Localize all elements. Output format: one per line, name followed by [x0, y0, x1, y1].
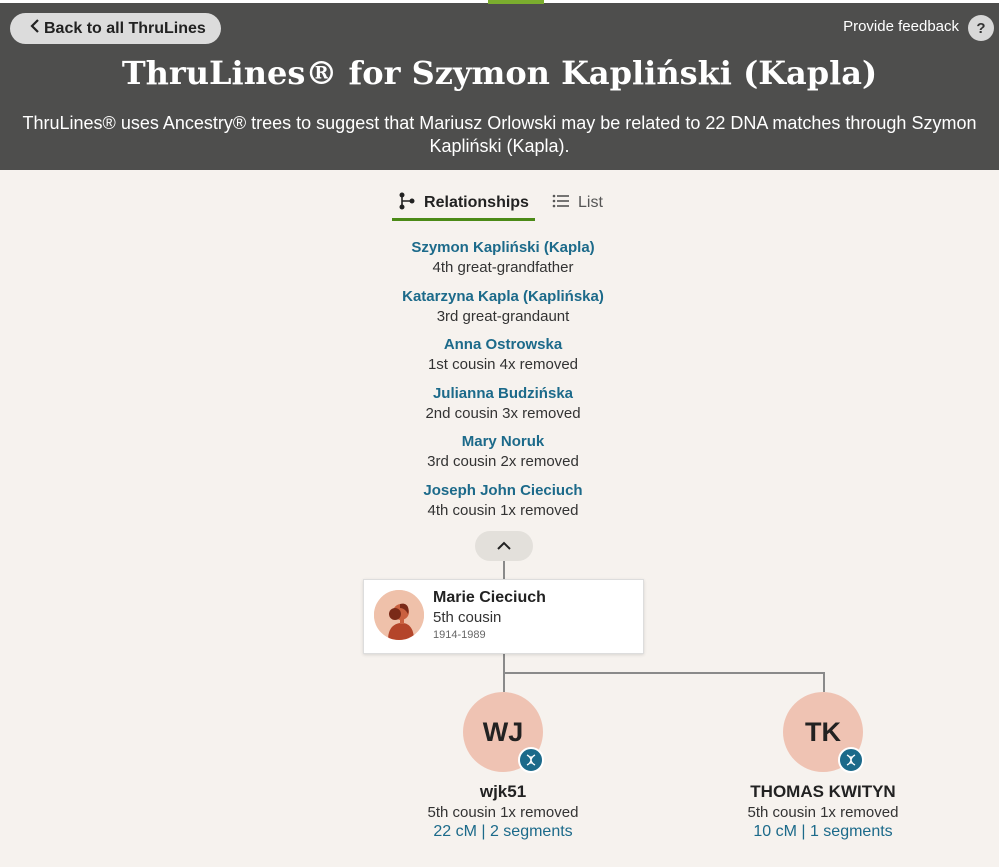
ancestor-item: Katarzyna Kapla (Kaplińska) 3rd great-gr… [353, 287, 653, 336]
ancestor-name-link[interactable]: Szymon Kapliński (Kapla) [353, 238, 653, 258]
common-relative-card[interactable]: Marie Cieciuch 5th cousin 1914-1989 [363, 579, 644, 654]
ancestor-relation: 3rd great-grandaunt [436, 307, 570, 325]
dna-match: WJ wjk51 5th cousin 1x removed 22 cM | 2… [393, 692, 613, 841]
list-icon [552, 194, 578, 213]
match-initials: TK [805, 716, 841, 747]
ancestor-item: Szymon Kapliński (Kapla) 4th great-grand… [353, 238, 653, 287]
ancestor-relation: 4th cousin 1x removed [427, 501, 579, 519]
subtitle-line-1: ThruLines® uses Ancestry® trees to sugge… [22, 113, 977, 133]
ancestor-relation: 4th great-grandfather [432, 259, 574, 276]
subtitle-line-2: Kapliński (Kapla). [429, 136, 570, 156]
ancestor-item: Anna Ostrowska 1st cousin 4x removed [353, 335, 653, 384]
match-initials: WJ [482, 716, 524, 747]
match-relation: 5th cousin 1x removed [427, 804, 579, 821]
match-avatar[interactable]: WJ [463, 692, 544, 773]
page-subtitle: ThruLines® uses Ancestry® trees to sugge… [0, 112, 999, 158]
help-icon[interactable]: ? [968, 15, 994, 41]
ancestor-relation: 2nd cousin 3x removed [425, 404, 581, 422]
tab-list[interactable]: List [552, 188, 622, 218]
provide-feedback-link[interactable]: Provide feedback [843, 18, 959, 35]
dna-icon [838, 747, 864, 773]
ancestor-item: Julianna Budzińska 2nd cousin 3x removed [353, 384, 653, 433]
collapse-button[interactable] [475, 531, 533, 561]
tab-relationships[interactable]: Relationships [392, 188, 535, 221]
ancestor-name-link[interactable]: Mary Noruk [353, 432, 653, 452]
ancestor-name-link[interactable]: Joseph John Cieciuch [353, 481, 653, 501]
dna-match: TK THOMAS KWITYN 5th cousin 1x removed 1… [713, 692, 933, 841]
match-shared-dna-link[interactable]: 22 cM | 2 segments [393, 823, 613, 841]
tab-list-label: List [578, 194, 603, 211]
card-person-name: Marie Cieciuch [433, 589, 546, 606]
avatar [374, 590, 424, 640]
card-person-relation: 5th cousin [433, 609, 502, 626]
dna-icon [518, 747, 544, 773]
match-relation: 5th cousin 1x removed [747, 804, 899, 821]
ancestor-item: Joseph John Cieciuch 4th cousin 1x remov… [353, 481, 653, 530]
match-name[interactable]: THOMAS KWITYN [713, 782, 933, 802]
back-to-thrulines-button[interactable]: Back to all ThruLines [10, 13, 221, 44]
match-shared-dna-link[interactable]: 10 cM | 1 segments [713, 823, 933, 841]
ancestor-name-link[interactable]: Anna Ostrowska [353, 335, 653, 355]
tab-relationships-label: Relationships [424, 194, 529, 211]
ancestor-name-link[interactable]: Katarzyna Kapla (Kaplińska) [353, 287, 653, 307]
back-button-label: Back to all ThruLines [44, 20, 206, 37]
match-avatar[interactable]: TK [783, 692, 864, 773]
chevron-up-icon [497, 537, 511, 555]
page-header: Back to all ThruLines Provide feedback ?… [0, 0, 999, 170]
ancestor-relation: 1st cousin 4x removed [427, 356, 579, 374]
top-accent-bar [488, 0, 544, 4]
tree-connector [823, 672, 825, 692]
chevron-left-icon [30, 13, 40, 44]
page-title: ThruLines® for Szymon Kapliński (Kapla) [121, 54, 878, 92]
tree-connector [503, 672, 825, 674]
ancestor-item: Mary Noruk 3rd cousin 2x removed [353, 432, 653, 481]
match-name[interactable]: wjk51 [393, 782, 613, 802]
ancestor-name-link[interactable]: Julianna Budzińska [353, 384, 653, 404]
tree-connector [503, 561, 505, 579]
ancestor-relation: 3rd cousin 2x removed [427, 453, 579, 471]
relationships-tree-icon [398, 192, 424, 215]
card-person-dates: 1914-1989 [433, 629, 486, 641]
ancestor-path: Szymon Kapliński (Kapla) 4th great-grand… [353, 238, 653, 530]
